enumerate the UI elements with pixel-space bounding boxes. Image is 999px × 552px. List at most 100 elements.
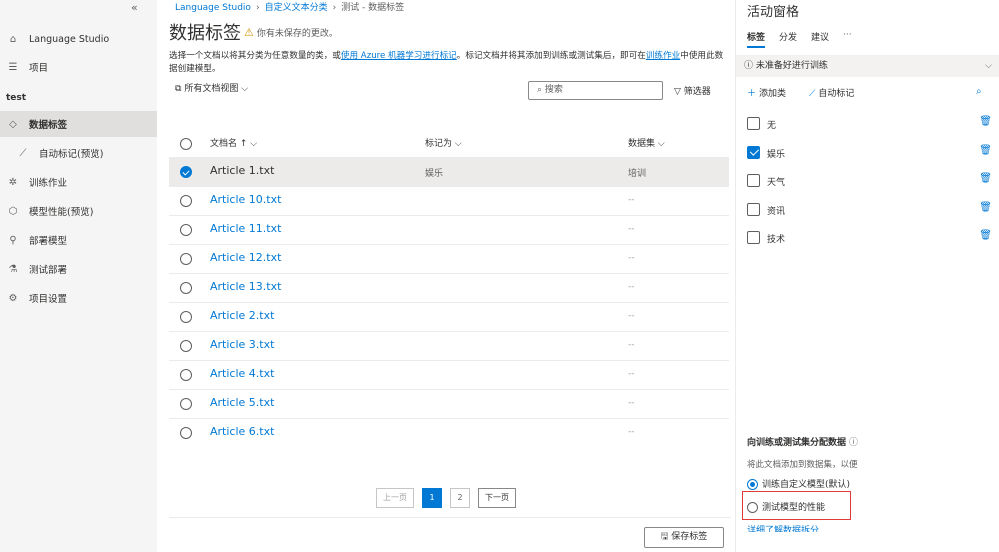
- label-checkbox[interactable]: [747, 117, 760, 130]
- collapse-nav-button[interactable]: «: [131, 1, 138, 14]
- breadcrumb-item[interactable]: Language Studio: [175, 3, 251, 13]
- table-row[interactable]: Article 4.txt --: [169, 360, 729, 389]
- nav-item-model-performance[interactable]: ⬡ 模型性能(预览): [0, 198, 157, 224]
- nav-item-deploy-model[interactable]: ⚲ 部署模型: [0, 227, 157, 253]
- column-header-dataset[interactable]: 数据集 ⌵: [628, 136, 665, 149]
- row-tag: 娱乐: [425, 169, 444, 179]
- nav-item-label: Language Studio: [29, 33, 110, 45]
- label-checkbox[interactable]: [747, 145, 760, 159]
- nav-item-language-studio[interactable]: ⌂ Language Studio: [0, 26, 157, 52]
- info-icon[interactable]: ⓘ: [849, 438, 858, 448]
- row-select-radio[interactable]: [180, 340, 192, 352]
- next-page-button[interactable]: 下一页: [478, 488, 516, 508]
- document-name-link[interactable]: Article 13.txt: [210, 280, 281, 293]
- option-train-model[interactable]: 训练自定义模型(默认): [747, 477, 850, 490]
- trash-icon[interactable]: 🗑: [979, 116, 992, 127]
- table-row[interactable]: Article 6.txt --: [169, 418, 729, 447]
- nav-item-label: 数据标签: [29, 120, 68, 131]
- save-icon: 🖫: [660, 532, 669, 542]
- trash-icon[interactable]: 🗑: [979, 173, 992, 184]
- nav-item-projects[interactable]: ☰ 项目: [0, 54, 157, 80]
- table-row[interactable]: Article 3.txt --: [169, 331, 729, 360]
- row-select-radio[interactable]: [180, 311, 192, 323]
- assign-title-text: 向训练或测试集分配数据: [747, 438, 847, 448]
- search-placeholder: 搜索: [544, 85, 563, 95]
- column-header-tag[interactable]: 标记为 ⌵: [425, 136, 462, 149]
- tab-suggestions[interactable]: 建议: [811, 30, 829, 43]
- view-label: 所有文档视图: [184, 84, 239, 94]
- document-name-link[interactable]: Article 10.txt: [210, 193, 281, 206]
- label-checkbox[interactable]: [747, 202, 760, 216]
- table-row[interactable]: Article 11.txt --: [169, 215, 729, 244]
- trash-icon[interactable]: 🗑: [979, 202, 992, 213]
- page-1-button[interactable]: 1: [422, 488, 442, 508]
- document-name-link[interactable]: Article 4.txt: [210, 367, 274, 380]
- select-all-radio[interactable]: [180, 138, 192, 150]
- row-select-radio[interactable]: [180, 224, 192, 236]
- nav-item-label: 模型性能(预览): [29, 207, 94, 218]
- row-select-radio[interactable]: [180, 369, 192, 381]
- nav-item-label: 项目设置: [29, 294, 68, 305]
- tab-distribution[interactable]: 分发: [779, 30, 797, 43]
- trash-icon[interactable]: 🗑: [979, 230, 992, 241]
- label-item[interactable]: 无 🗑: [747, 115, 992, 135]
- label-item[interactable]: 资讯 🗑: [747, 201, 992, 221]
- azure-ml-labeling-link[interactable]: 使用 Azure 机器学习进行标记: [341, 51, 457, 61]
- search-icon[interactable]: ⌕: [976, 86, 982, 97]
- auto-label-button[interactable]: ⟋ 自动标记: [809, 86, 854, 99]
- table-row[interactable]: Article 2.txt --: [169, 302, 729, 331]
- row-select-radio[interactable]: [180, 166, 192, 178]
- row-select-radio[interactable]: [180, 195, 192, 207]
- prev-page-button[interactable]: 上一页: [376, 488, 414, 508]
- warning-text: 你有未保存的更改。: [256, 29, 338, 39]
- nav-item-training-jobs[interactable]: ✲ 训练作业: [0, 169, 157, 195]
- table-row[interactable]: Article 12.txt --: [169, 244, 729, 273]
- description-text: 选择一个文档以将其分类为任意数量的类，或: [169, 51, 341, 61]
- table-row[interactable]: Article 10.txt --: [169, 186, 729, 215]
- row-select-radio[interactable]: [180, 398, 192, 410]
- breadcrumb-current: 测试 - 数据标签: [341, 3, 405, 13]
- save-labels-button[interactable]: 🖫 保存标签: [644, 527, 724, 548]
- search-input[interactable]: ⌕ 搜索: [528, 81, 663, 100]
- table-row[interactable]: Article 1.txt 娱乐 培训: [169, 157, 729, 186]
- training-jobs-link[interactable]: 训练作业: [646, 51, 680, 61]
- more-tabs-button[interactable]: ···: [843, 30, 852, 43]
- label-checkbox[interactable]: [747, 174, 760, 187]
- document-view-dropdown[interactable]: ⧉ 所有文档视图 ⌵: [175, 81, 248, 94]
- row-select-radio[interactable]: [180, 282, 192, 294]
- document-name-link[interactable]: Article 6.txt: [210, 425, 274, 438]
- tab-labels[interactable]: 标签: [747, 30, 766, 48]
- document-name-link[interactable]: Article 5.txt: [210, 396, 274, 409]
- table-row[interactable]: Article 5.txt --: [169, 389, 729, 418]
- row-select-radio[interactable]: [180, 427, 192, 439]
- label-item[interactable]: 娱乐 🗑: [747, 144, 992, 164]
- page-2-button[interactable]: 2: [450, 488, 470, 508]
- add-class-button[interactable]: ＋添加类: [747, 86, 786, 99]
- nav-item-test-deployment[interactable]: ⚗ 测试部署: [0, 256, 157, 282]
- nav-item-label: 项目: [29, 63, 49, 74]
- page-title: 数据标签: [169, 23, 241, 44]
- trash-icon[interactable]: 🗑: [979, 145, 992, 156]
- row-dataset: --: [628, 369, 635, 379]
- row-select-radio[interactable]: [180, 253, 192, 265]
- label-checkbox[interactable]: [747, 231, 760, 244]
- document-name-link[interactable]: Article 12.txt: [210, 251, 281, 264]
- breadcrumb-item[interactable]: 自定义文本分类: [265, 3, 328, 13]
- document-name-link[interactable]: Article 2.txt: [210, 309, 274, 322]
- nav-item-auto-labeling[interactable]: ⟋ 自动标记(预览): [0, 140, 157, 166]
- label-item[interactable]: 天气 🗑: [747, 172, 992, 192]
- nav-item-project-settings[interactable]: ⚙ 项目设置: [0, 285, 157, 311]
- learn-data-split-link[interactable]: 详细了解数据拆分: [747, 523, 819, 532]
- label-item[interactable]: 技术 🗑: [747, 229, 992, 249]
- column-header-name[interactable]: 文档名 ↑ ⌵: [210, 136, 257, 149]
- document-name-link[interactable]: Article 1.txt: [210, 164, 274, 177]
- filter-button[interactable]: ▽ 筛选器: [674, 84, 711, 97]
- radio-button[interactable]: [747, 479, 758, 490]
- table-row[interactable]: Article 13.txt --: [169, 273, 729, 302]
- label-name: 娱乐: [767, 149, 786, 160]
- training-readiness-notice[interactable]: ⓘ 未准备好进行训练 ⌵: [736, 55, 999, 77]
- flask-icon: ⚗: [8, 263, 18, 275]
- nav-item-data-labeling[interactable]: ◇ 数据标签: [0, 111, 157, 137]
- document-name-link[interactable]: Article 3.txt: [210, 338, 274, 351]
- document-name-link[interactable]: Article 11.txt: [210, 222, 281, 235]
